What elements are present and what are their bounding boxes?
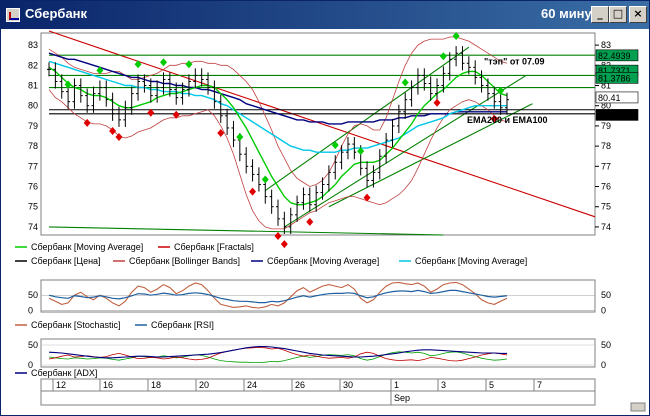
close-button[interactable]: × xyxy=(629,6,647,23)
price-tick-label-right: 74 xyxy=(601,222,611,232)
time-axis-label: 24 xyxy=(247,380,257,390)
time-axis-label: 30 xyxy=(343,380,353,390)
price-tick-label-right: 77 xyxy=(601,161,611,171)
chart-app-icon xyxy=(6,8,20,22)
adx-tick-label-right: 0 xyxy=(601,360,606,370)
time-axis-label: 26 xyxy=(295,380,305,390)
time-axis-label: 1 xyxy=(394,380,399,390)
time-axis-label: 3 xyxy=(441,380,446,390)
price-tick-label-left: 77 xyxy=(28,161,38,171)
adx-tick-label-right: 50 xyxy=(601,340,611,350)
price-box-label: 82.4939 xyxy=(598,51,631,61)
fractal-down-marker xyxy=(280,240,288,249)
title-bar[interactable]: Сбербанк 60 минут _ □ × xyxy=(1,1,649,29)
price-box-label: 81.3786 xyxy=(598,73,631,83)
price-tick-label-left: 83 xyxy=(28,40,38,50)
legend-adx-entry: Сбербанк [ADX] xyxy=(31,368,97,378)
minimize-button[interactable]: _ xyxy=(591,6,609,23)
osc-tick-label-left: 50 xyxy=(28,290,38,300)
adx-tick-label-left: 50 xyxy=(28,340,38,350)
osc-tick-label-right: 50 xyxy=(601,290,611,300)
osc-tick-label-left: 0 xyxy=(28,305,33,315)
price-tick-label-right: 75 xyxy=(601,202,611,212)
legend-osc-entry-1: Сбербанк [Stochastic] xyxy=(31,320,120,330)
legend-entry-3: Сбербанк [Цена] xyxy=(31,256,101,266)
chart-svg[interactable]: 7474757576767777787879798080818182828383… xyxy=(1,29,649,415)
price-tick-label-right: 76 xyxy=(601,182,611,192)
price-tick-label-left: 78 xyxy=(28,141,38,151)
price-tick-label-right: 78 xyxy=(601,141,611,151)
chart-area[interactable]: 7474757576767777787879798080818182828383… xyxy=(1,29,649,415)
price-tick-label-right: 79 xyxy=(601,121,611,131)
legend-entry-4: Сбербанк [Bollinger Bands] xyxy=(129,256,240,266)
time-axis-label: 20 xyxy=(199,380,209,390)
price-tick-label-left: 74 xyxy=(28,222,38,232)
price-tick-label-left: 79 xyxy=(28,121,38,131)
chart-window: Сбербанк 60 минут _ □ × 74 74 75 75 76 76 77 77… xyxy=(0,0,650,416)
time-axis-label: 5 xyxy=(489,380,494,390)
time-axis-label: 7 xyxy=(537,380,542,390)
price-tick-label-left: 76 xyxy=(28,182,38,192)
scroll-corner[interactable] xyxy=(630,402,646,412)
price-tick-label-left: 82 xyxy=(28,60,38,70)
legend-entry-5: Сбербанк [Moving Average] xyxy=(267,256,379,266)
time-axis-label: 12 xyxy=(56,380,66,390)
price-tick-label-right: 83 xyxy=(601,40,611,50)
annotation-tep: "тэп" от 07.09 xyxy=(484,56,545,66)
time-axis-label: 16 xyxy=(103,380,113,390)
adx-pane[interactable] xyxy=(40,338,596,368)
legend-entry-2: Сбербанк [Fractals] xyxy=(174,242,254,252)
legend-entry-1: Сбербанк [Moving Average] xyxy=(31,242,143,252)
price-box-label: 79.5463 xyxy=(598,110,631,120)
legend-entry-6: Сбербанк [Moving Average] xyxy=(415,256,527,266)
timeframe-label: 60 минут xyxy=(541,6,599,21)
price-tick-label-left: 80 xyxy=(28,101,38,111)
time-axis[interactable] xyxy=(40,378,596,406)
osc-tick-label-right: 0 xyxy=(601,305,606,315)
window-title: Сбербанк xyxy=(25,6,88,21)
price-tick-label-left: 81 xyxy=(28,81,38,91)
annotation-ema: EMA200 и EMA100 xyxy=(467,115,548,125)
legend-osc-entry-2: Сбербанк [RSI] xyxy=(151,320,214,330)
price-tick-label-left: 75 xyxy=(28,202,38,212)
maximize-button[interactable]: □ xyxy=(609,6,627,23)
price-box-label: 80.41 xyxy=(598,93,621,103)
time-axis-label: 18 xyxy=(151,380,161,390)
month-label: Sep xyxy=(394,393,410,403)
